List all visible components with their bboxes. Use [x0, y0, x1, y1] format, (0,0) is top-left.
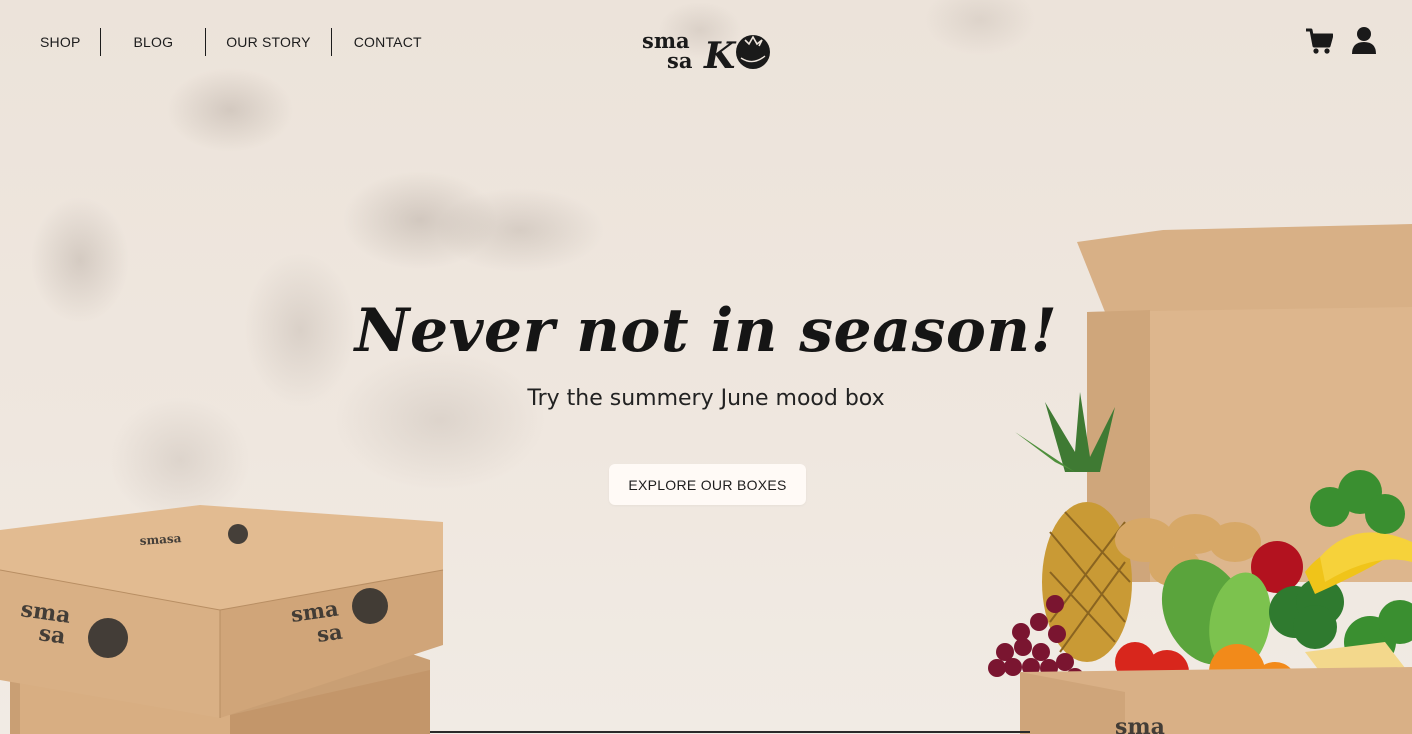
cart-icon[interactable] — [1305, 26, 1333, 56]
landing-page: SHOP BLOG OUR STORY CONTACT sma sa K Nev… — [0, 0, 1412, 734]
logo-text-bottom: sa — [667, 48, 693, 72]
nav-our-story[interactable]: OUR STORY — [206, 28, 331, 56]
tomato-icon — [736, 35, 770, 69]
svg-text:sma: sma — [1115, 714, 1165, 734]
stacked-boxes-illustration: sma sa sma sa smasa — [0, 505, 444, 734]
user-icon[interactable] — [1350, 26, 1378, 56]
svg-text:sa: sa — [37, 620, 67, 649]
section-divider — [430, 731, 1030, 733]
nav-shop[interactable]: SHOP — [20, 28, 100, 56]
brand-logo[interactable]: sma sa K — [641, 30, 775, 72]
main-nav: SHOP BLOG OUR STORY CONTACT — [20, 28, 444, 56]
nav-blog[interactable]: BLOG — [101, 28, 205, 56]
produce-box-illustration: sma — [988, 224, 1412, 734]
logo-k-mark: K — [703, 35, 737, 72]
nav-contact[interactable]: CONTACT — [332, 28, 444, 56]
explore-boxes-button[interactable]: EXPLORE OUR BOXES — [609, 464, 806, 505]
svg-text:smasa: smasa — [139, 531, 182, 548]
svg-text:sa: sa — [315, 619, 344, 647]
